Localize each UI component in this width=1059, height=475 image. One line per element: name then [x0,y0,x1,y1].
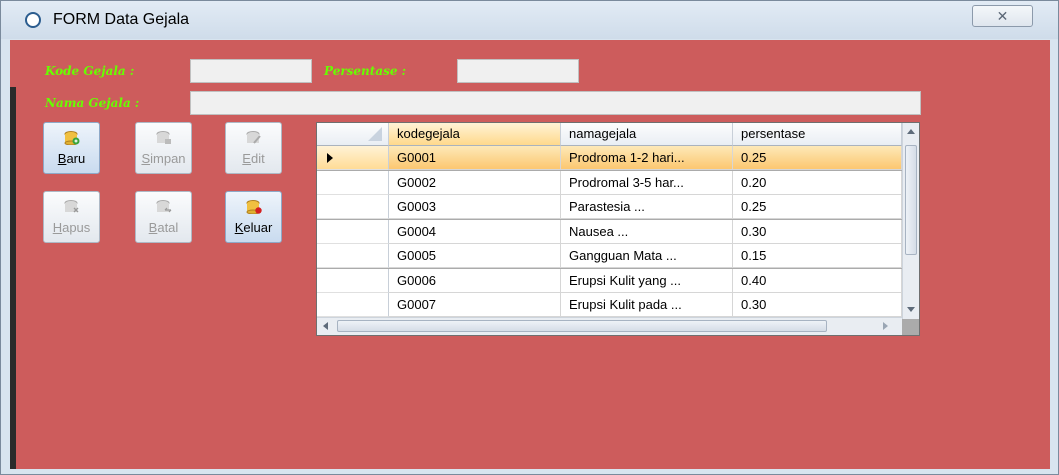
cell-persentase[interactable]: 0.30 [733,293,902,317]
cell-namagejala[interactable]: Nausea ... [561,219,733,244]
column-header-persentase[interactable]: persentase [733,123,902,146]
nama-gejala-label: Nama Gejala : [45,96,140,110]
grid-select-all-corner[interactable] [317,123,389,146]
scroll-up-icon[interactable] [907,129,915,134]
scroll-down-icon[interactable] [907,307,915,312]
left-border-strip [10,87,16,469]
row-header[interactable] [317,244,389,268]
vertical-scrollbar[interactable] [902,123,919,319]
cell-persentase[interactable]: 0.15 [733,244,902,268]
vertical-scroll-thumb[interactable] [905,145,917,255]
row-header[interactable] [317,195,389,219]
cell-namagejala[interactable]: Prodroma 1-2 hari... [561,146,733,170]
edit-label: Edit [242,151,265,166]
cell-namagejala[interactable]: Gangguan Mata ... [561,244,733,268]
cell-kodegejala[interactable]: G0002 [389,170,561,195]
table-row[interactable]: G0007 Erupsi Kulit pada ... 0.30 [317,293,902,317]
table-row[interactable]: G0006 Erupsi Kulit yang ... 0.40 [317,268,902,293]
table-row[interactable]: G0001 Prodroma 1-2 hari... 0.25 [317,146,902,170]
simpan-button[interactable]: Simpan [135,122,192,174]
keluar-label: Keluar [234,220,273,235]
cell-kodegejala[interactable]: G0004 [389,219,561,244]
table-row[interactable]: G0002 Prodromal 3-5 har... 0.20 [317,170,902,195]
scroll-left-icon[interactable] [323,322,328,330]
scroll-right-icon[interactable] [883,322,888,330]
baru-button[interactable]: Baru [43,122,100,174]
nama-gejala-input[interactable] [190,91,921,115]
cell-namagejala[interactable]: Parastesia ... [561,195,733,219]
db-save-icon [156,131,171,144]
hapus-label: Hapus [52,220,91,235]
cell-persentase[interactable]: 0.20 [733,170,902,195]
persentase-label: Persentase : [324,64,407,78]
row-header[interactable] [317,268,389,293]
cell-persentase[interactable]: 0.40 [733,268,902,293]
cell-namagejala[interactable]: Erupsi Kulit pada ... [561,293,733,317]
kode-gejala-label: Kode Gejala : [45,64,135,78]
cell-namagejala[interactable]: Prodromal 3-5 har... [561,170,733,195]
db-delete-icon [64,200,79,213]
form-window: FORM Data Gejala ✕ Kode Gejala : Persent… [0,0,1059,475]
horizontal-scrollbar[interactable] [317,317,902,335]
column-header-namagejala[interactable]: namagejala [561,123,733,146]
cell-persentase[interactable]: 0.25 [733,195,902,219]
close-button[interactable]: ✕ [972,5,1033,27]
row-header[interactable] [317,170,389,195]
cell-namagejala[interactable]: Erupsi Kulit yang ... [561,268,733,293]
row-header[interactable] [317,219,389,244]
window-title: FORM Data Gejala [53,11,190,28]
cell-persentase[interactable]: 0.25 [733,146,902,170]
db-add-icon [64,131,80,145]
cell-persentase[interactable]: 0.30 [733,219,902,244]
db-edit-icon [246,131,261,144]
cell-kodegejala[interactable]: G0003 [389,195,561,219]
window-icon [25,12,41,28]
cell-kodegejala[interactable]: G0005 [389,244,561,268]
corner-triangle-icon [368,127,382,141]
batal-button[interactable]: Batal [135,191,192,243]
row-header[interactable] [317,146,389,170]
column-header-kodegejala[interactable]: kodegejala [389,123,561,146]
table-row[interactable]: G0005 Gangguan Mata ... 0.15 [317,244,902,268]
cell-kodegejala[interactable]: G0001 [389,146,561,170]
title-bar[interactable]: FORM Data Gejala ✕ [1,1,1058,39]
row-header[interactable] [317,293,389,317]
cell-kodegejala[interactable]: G0006 [389,268,561,293]
kode-gejala-input[interactable] [190,59,312,83]
keluar-button[interactable]: Keluar [225,191,282,243]
current-row-arrow-icon [327,153,333,163]
edit-button[interactable]: Edit [225,122,282,174]
batal-label: Batal [148,220,179,235]
db-exit-icon [246,200,262,214]
cell-kodegejala[interactable]: G0007 [389,293,561,317]
persentase-input[interactable] [457,59,579,83]
hapus-button[interactable]: Hapus [43,191,100,243]
simpan-label: Simpan [141,151,186,166]
gejala-data-grid[interactable]: kodegejala namagejala persentase G0001 Pr… [316,122,920,336]
baru-label: Baru [57,151,86,166]
horizontal-scroll-thumb[interactable] [337,320,827,332]
table-row[interactable]: G0003 Parastesia ... 0.25 [317,195,902,219]
table-row[interactable]: G0004 Nausea ... 0.30 [317,219,902,244]
db-undo-icon [156,200,172,213]
